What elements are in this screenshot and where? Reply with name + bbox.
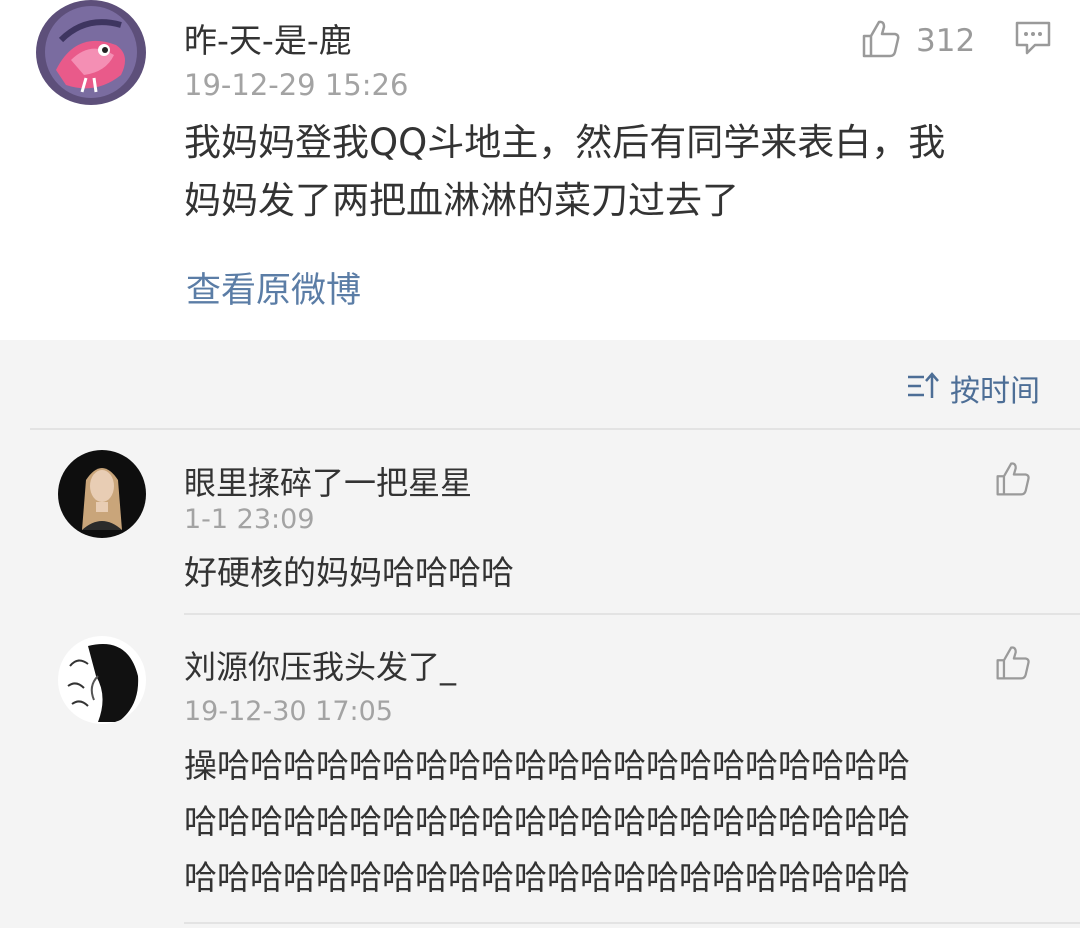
post-body-line: 我妈妈登我QQ斗地主，然后有同学来表白，我 [184,121,946,164]
snake-avatar-image [36,0,146,105]
comment-body-line: 操哈哈哈哈哈哈哈哈哈哈哈哈哈哈哈哈哈哈哈哈哈 [184,746,910,785]
sort-by-time-button[interactable]: 按时间 [906,366,1040,410]
post-timestamp: 19-12-29 15:26 [184,68,409,102]
sort-label: 按时间 [950,374,1040,409]
comment-username[interactable]: 眼里揉碎了一把星星 [184,458,472,504]
thumbs-up-icon [860,18,902,64]
divider [184,613,1080,615]
comment-body-line: 哈哈哈哈哈哈哈哈哈哈哈哈哈哈哈哈哈哈哈哈哈哈 [184,802,910,841]
comment-like-button[interactable] [994,460,1032,502]
view-original-link[interactable]: 查看原微博 [186,262,361,313]
comment-timestamp: 1-1 23:09 [184,504,315,535]
comment-avatar[interactable] [58,636,146,724]
post-avatar[interactable] [36,0,146,105]
comments-section: 按时间 眼里揉碎了一把星星 1-1 23:09 好硬核的妈妈哈哈哈哈 刘源你压我… [0,340,1080,928]
post-username[interactable]: 昨-天-是-鹿 [184,14,352,62]
post-like-count: 312 [916,23,976,59]
divider [184,922,1080,924]
thumbs-up-icon [994,462,1032,502]
post-like-button[interactable]: 312 [860,18,975,64]
post-body: 我妈妈登我QQ斗地主，然后有同学来表白，我 妈妈发了两把血淋淋的菜刀过去了 [184,114,1064,230]
comment-timestamp: 19-12-30 17:05 [184,696,393,727]
main-post: 昨-天-是-鹿 19-12-29 15:26 312 我妈妈登我QQ斗地主，然后… [0,0,1080,340]
divider [30,428,1080,430]
comment-body-line: 哈哈哈哈哈哈哈哈哈哈哈哈哈哈哈哈哈哈哈哈哈哈 [184,858,910,897]
sketch-avatar-image [58,636,146,724]
comment-like-button[interactable] [994,644,1032,686]
comment-body: 操哈哈哈哈哈哈哈哈哈哈哈哈哈哈哈哈哈哈哈哈哈 哈哈哈哈哈哈哈哈哈哈哈哈哈哈哈哈哈… [184,738,1064,906]
comment-body-line: 好硬核的妈妈哈哈哈哈 [184,553,514,592]
portrait-avatar-image [58,450,146,538]
comment-username[interactable]: 刘源你压我头发了_ [184,642,456,688]
sort-icon [906,371,940,405]
comment-button[interactable] [1014,20,1052,60]
comment-avatar[interactable] [58,450,146,538]
comment-icon [1014,21,1052,60]
post-body-line: 妈妈发了两把血淋淋的菜刀过去了 [184,179,739,222]
thumbs-up-icon [994,646,1032,686]
comment-body: 好硬核的妈妈哈哈哈哈 [184,545,514,601]
